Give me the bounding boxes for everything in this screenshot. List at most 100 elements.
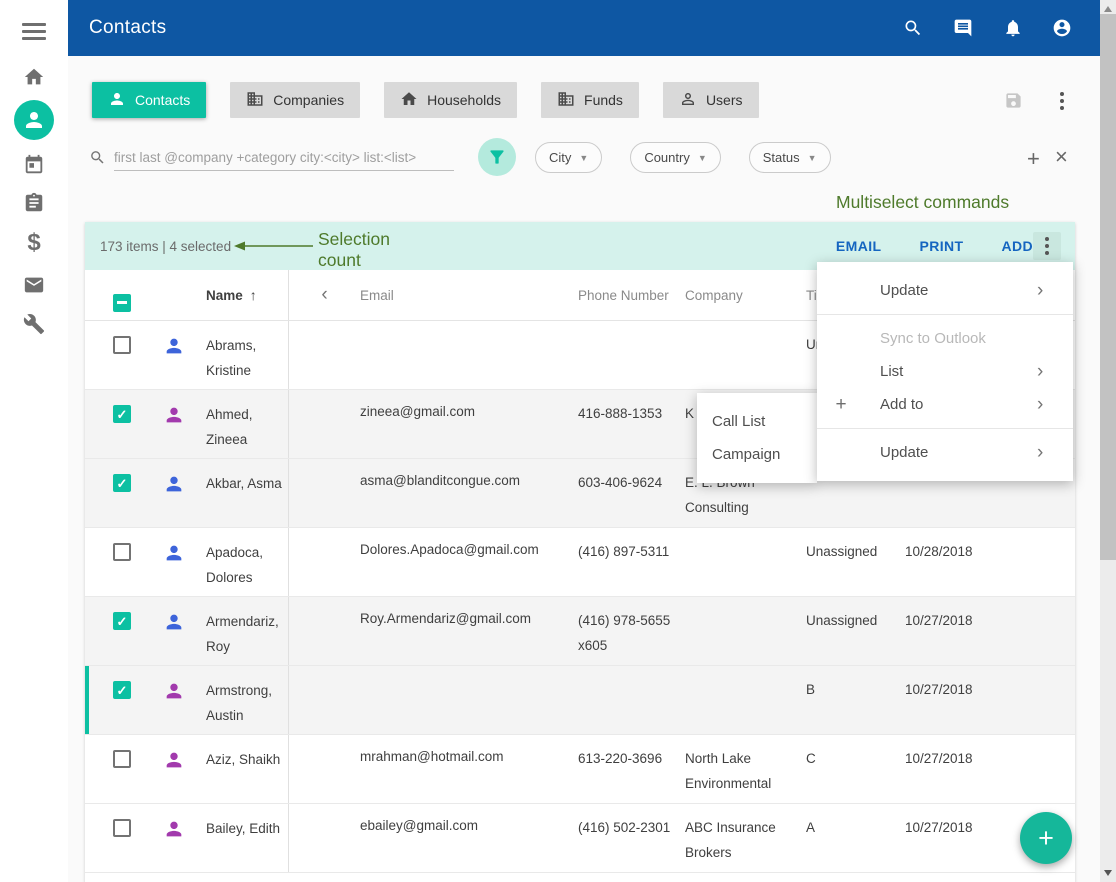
contact-email[interactable]: Roy.Armendariz@gmail.com [360, 597, 578, 665]
contact-email[interactable] [360, 321, 578, 389]
row-checkbox-cell [85, 459, 133, 527]
submenu-item-campaign[interactable]: Campaign [697, 438, 817, 471]
row-checkbox[interactable] [113, 612, 131, 630]
home-icon[interactable] [0, 66, 68, 88]
tab-users[interactable]: Users [663, 82, 759, 118]
annotation-arrow [233, 238, 315, 254]
wrench-icon[interactable] [0, 313, 68, 335]
contact-name-link[interactable]: Akbar, Asma [206, 459, 289, 527]
table-row[interactable]: Armendariz, RoyRoy.Armendariz@gmail.com(… [85, 597, 1075, 666]
search-icon[interactable] [903, 18, 923, 38]
select-all-checkbox[interactable] [113, 294, 131, 312]
multiselect-more-button[interactable] [1033, 232, 1061, 260]
vertical-scrollbar[interactable] [1100, 0, 1116, 882]
contact-date: 10/27/2018 [905, 735, 1075, 803]
add-contact-fab[interactable]: + [1020, 812, 1072, 864]
header-name[interactable]: Name ↑ [206, 270, 289, 320]
row-checkbox-cell [85, 666, 133, 734]
calendar-icon[interactable] [0, 154, 68, 176]
contact-name-link[interactable]: Ahmed, Zineea [206, 390, 289, 458]
contact-tier: A [806, 804, 905, 872]
row-checkbox[interactable] [113, 543, 131, 561]
menu-item-update[interactable]: Update› [817, 274, 1073, 307]
table-row[interactable]: Bailey, Edithebailey@gmail.com(416) 502-… [85, 804, 1075, 873]
multiselect-actions: EMAIL PRINT ADD [836, 238, 1033, 254]
person-icon [163, 404, 185, 458]
scrollbar-thumb[interactable] [1100, 14, 1116, 560]
row-checkbox[interactable] [113, 474, 131, 492]
notifications-icon[interactable] [1003, 18, 1023, 38]
chat-icon[interactable] [953, 18, 973, 38]
scroll-up-icon[interactable] [1104, 6, 1112, 12]
clipboard-icon[interactable] [0, 192, 68, 214]
scroll-down-icon[interactable] [1104, 870, 1112, 876]
mail-icon[interactable] [0, 274, 68, 296]
more-options-icon[interactable] [1060, 92, 1064, 110]
contact-company: North Lake Environmental [685, 735, 806, 803]
row-checkbox[interactable] [113, 405, 131, 423]
contact-name-link[interactable]: Armstrong, Austin [206, 666, 289, 734]
contact-email[interactable]: zineea@gmail.com [360, 390, 578, 458]
print-button[interactable]: PRINT [919, 238, 963, 254]
tab-funds[interactable]: Funds [541, 82, 639, 118]
contact-company [685, 666, 806, 734]
filter-chip-city[interactable]: City▼ [535, 142, 602, 173]
row-spacer [289, 804, 360, 872]
row-checkbox[interactable] [113, 336, 131, 354]
row-checkbox[interactable] [113, 681, 131, 699]
contact-phone: 603-406-9624 [578, 459, 685, 527]
menu-item-list[interactable]: List› [817, 355, 1073, 388]
contact-email[interactable] [360, 666, 578, 734]
filter-chip-status[interactable]: Status ▼ [749, 142, 831, 173]
chip-label: Status [763, 150, 800, 165]
contact-name-link[interactable]: Bailey, Edith [206, 804, 289, 872]
tab-households[interactable]: Households [384, 82, 517, 118]
submenu-item-label: Call List [712, 413, 807, 430]
account-icon[interactable] [1052, 18, 1072, 38]
filter-icon[interactable] [478, 138, 516, 176]
contact-name-link[interactable]: Aziz, Shaikh [206, 735, 289, 803]
menu-item-update[interactable]: Update› [817, 436, 1073, 469]
search-input[interactable] [114, 144, 454, 171]
contact-email[interactable]: asma@blanditcongue.com [360, 459, 578, 527]
contact-email[interactable]: mrahman@hotmail.com [360, 735, 578, 803]
contacts-icon[interactable] [14, 100, 54, 140]
table-row[interactable]: Aziz, Shaikhmrahman@hotmail.com613-220-3… [85, 735, 1075, 804]
filter-chip-country[interactable]: Country▼ [630, 142, 720, 173]
save-icon[interactable] [1004, 91, 1023, 115]
search-icon [89, 149, 106, 171]
add-button[interactable]: ADD [1001, 238, 1033, 254]
contact-email[interactable]: ebailey@gmail.com [360, 804, 578, 872]
header-email[interactable]: Email [360, 270, 578, 320]
contact-phone: (416) 897-5311 [578, 528, 685, 596]
tab-companies[interactable]: Companies [230, 82, 360, 118]
submenu-item-call-list[interactable]: Call List [697, 405, 817, 438]
chevron-down-icon: ▼ [808, 153, 817, 163]
row-checkbox[interactable] [113, 750, 131, 768]
header-phone[interactable]: Phone Number [578, 270, 685, 320]
chevron-left-icon[interactable]: ‹ [289, 284, 360, 306]
contact-name-link[interactable]: Armendariz, Roy [206, 597, 289, 665]
contact-email[interactable]: Dolores.Apadoca@gmail.com [360, 528, 578, 596]
header-company[interactable]: Company [685, 270, 806, 320]
menu-item-label: Update [865, 282, 1037, 299]
add-filter-icon[interactable]: + [1027, 146, 1040, 172]
tab-label: Users [706, 92, 743, 108]
tab-contacts[interactable]: Contacts [92, 82, 206, 118]
menu-item-add-to[interactable]: +Add to› [817, 388, 1073, 421]
submenu-item-label: Campaign [712, 446, 807, 463]
row-spacer [289, 597, 360, 665]
menu-icon[interactable] [22, 23, 46, 44]
contact-avatar [133, 321, 206, 389]
contact-name-link[interactable]: Apadoca, Dolores [206, 528, 289, 596]
chevron-down-icon: ▼ [579, 153, 588, 163]
email-button[interactable]: EMAIL [836, 238, 882, 254]
row-checkbox-cell [85, 390, 133, 458]
person-icon [163, 818, 185, 872]
dollar-icon[interactable]: $ [0, 232, 68, 254]
row-checkbox[interactable] [113, 819, 131, 837]
contact-name-link[interactable]: Abrams, Kristine [206, 321, 289, 389]
table-row[interactable]: Armstrong, AustinB10/27/2018 [85, 666, 1075, 735]
clear-filters-icon[interactable]: × [1055, 144, 1068, 170]
table-row[interactable]: Apadoca, Dolores Dolores.Apadoca@gmail.co… [85, 528, 1075, 597]
